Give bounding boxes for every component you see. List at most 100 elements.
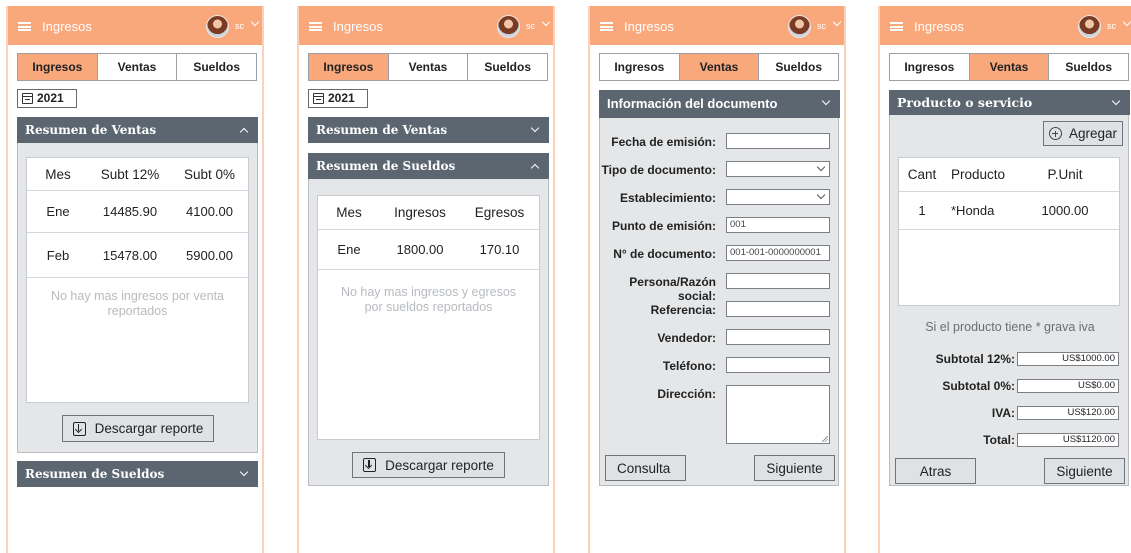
cell-mes: Ene	[46, 204, 70, 219]
table-row[interactable]: 1 *Honda 1000.00	[899, 192, 1119, 230]
hamburger-menu-icon[interactable]	[18, 22, 31, 31]
document-form: Fecha de emisión: Tipo de documento: Est…	[599, 118, 839, 486]
year-filter[interactable]: 2021	[17, 89, 77, 108]
user-initials[interactable]: sc	[526, 21, 535, 31]
table-row[interactable]: Feb 15478.00 5900.00	[27, 233, 248, 278]
telefono-input[interactable]	[726, 357, 830, 373]
punto-emision-input[interactable]: 001	[726, 217, 830, 233]
cell-subt0: 4100.00	[186, 204, 233, 219]
document-info-header[interactable]: Información del documento	[599, 90, 840, 118]
user-initials[interactable]: sc	[235, 21, 244, 31]
screen-ingresos-sueldos: Ingresos sc Ingresos Ventas Sueldos 2021…	[297, 6, 555, 553]
col-header-subt0: Subt 0%	[183, 166, 236, 182]
hamburger-menu-icon[interactable]	[600, 22, 613, 31]
chevron-up-icon[interactable]	[239, 127, 249, 137]
subtotal12-label: Subtotal 12%:	[935, 352, 1015, 366]
chevron-down-icon[interactable]	[530, 123, 540, 133]
app-title: Ingresos	[914, 19, 964, 34]
table-row[interactable]: Ene 14485.90 4100.00	[27, 191, 248, 233]
tab-ingresos[interactable]: Ingresos	[600, 54, 679, 80]
user-avatar[interactable]	[497, 15, 520, 38]
product-panel: Agregar Cant Producto P.Unit 1 *Honda 10…	[889, 115, 1129, 486]
subtotal12-value: US$1000.00	[1017, 352, 1119, 366]
chevron-down-icon[interactable]	[1111, 96, 1121, 106]
section-title: Resumen de Sueldos	[316, 159, 456, 173]
tab-ventas[interactable]: Ventas	[968, 54, 1049, 80]
col-header-subt12: Subt 12%	[100, 166, 160, 182]
hamburger-menu-icon[interactable]	[890, 22, 903, 31]
ventas-table: Mes Subt 12% Subt 0% Ene 14485.90 4100.0…	[26, 157, 249, 403]
tab-sueldos[interactable]: Sueldos	[467, 54, 548, 80]
hamburger-menu-icon[interactable]	[309, 22, 322, 31]
chevron-up-icon[interactable]	[530, 163, 540, 173]
atras-label: Atras	[919, 463, 952, 479]
app-title: Ingresos	[333, 19, 383, 34]
tab-sueldos[interactable]: Sueldos	[1048, 54, 1129, 80]
table-row[interactable]: Ene 1800.00 170.10	[318, 230, 539, 270]
cell-punit: 1000.00	[1041, 203, 1089, 218]
tab-sueldos[interactable]: Sueldos	[176, 54, 257, 80]
siguiente-button[interactable]: Siguiente	[754, 455, 835, 481]
app-bar: Ingresos sc	[299, 6, 553, 45]
user-initials[interactable]: sc	[1107, 21, 1116, 31]
atras-button[interactable]: Atras	[895, 458, 976, 484]
user-avatar[interactable]	[788, 15, 811, 38]
sueldos-summary-header[interactable]: Resumen de Sueldos	[17, 461, 258, 487]
app-title: Ingresos	[42, 19, 92, 34]
add-product-button[interactable]: Agregar	[1043, 121, 1123, 146]
col-header-mes: Mes	[45, 166, 71, 182]
product-service-header[interactable]: Producto o servicio	[889, 90, 1130, 115]
download-report-button[interactable]: Descargar reporte	[62, 415, 214, 442]
field-label: Vendedor:	[657, 331, 716, 345]
vendedor-input[interactable]	[726, 329, 830, 345]
section-title: Resumen de Sueldos	[25, 467, 165, 481]
user-avatar[interactable]	[206, 15, 229, 38]
sueldos-summary-header[interactable]: Resumen de Sueldos	[308, 153, 549, 179]
cell-egresos: 170.10	[479, 242, 520, 257]
app-bar: Ingresos sc	[590, 6, 844, 45]
cell-cant: 1	[918, 203, 926, 218]
user-initials[interactable]: sc	[817, 21, 826, 31]
siguiente-label: Siguiente	[1056, 463, 1113, 479]
chevron-down-icon[interactable]	[250, 17, 260, 27]
col-header-ingresos: Ingresos	[394, 205, 446, 220]
ventas-summary-header[interactable]: Resumen de Ventas	[308, 117, 549, 143]
chevron-down-icon[interactable]	[832, 17, 842, 27]
tipo-documento-select[interactable]	[726, 161, 830, 177]
cell-mes: Ene	[337, 242, 361, 257]
calendar-icon	[22, 93, 33, 104]
fecha-emision-input[interactable]	[726, 133, 830, 149]
ventas-summary-header[interactable]: Resumen de Ventas	[17, 117, 258, 143]
razon-social-input[interactable]	[726, 273, 830, 289]
tab-ventas[interactable]: Ventas	[678, 54, 759, 80]
field-label: N° de documento:	[613, 247, 716, 261]
consulta-label: Consulta	[617, 460, 671, 476]
tab-bar: Ingresos Ventas Sueldos	[17, 53, 257, 81]
direccion-textarea[interactable]	[726, 385, 830, 444]
user-avatar[interactable]	[1078, 15, 1101, 38]
siguiente-button[interactable]: Siguiente	[1044, 458, 1125, 484]
tab-ventas[interactable]: Ventas	[96, 54, 177, 80]
tab-ingresos[interactable]: Ingresos	[18, 54, 97, 80]
chevron-down-icon[interactable]	[1122, 17, 1131, 27]
add-label: Agregar	[1068, 126, 1118, 141]
numero-documento-input[interactable]: 001-001-0000000001	[726, 245, 830, 261]
tab-sueldos[interactable]: Sueldos	[758, 54, 839, 80]
establecimiento-select[interactable]	[726, 189, 830, 205]
tab-ventas[interactable]: Ventas	[387, 54, 468, 80]
consulta-button[interactable]: Consulta	[605, 455, 686, 481]
section-title: Producto o servicio	[897, 95, 1033, 110]
tab-ingresos[interactable]: Ingresos	[890, 54, 969, 80]
tab-ingresos[interactable]: Ingresos	[309, 54, 388, 80]
col-header-mes: Mes	[336, 205, 362, 220]
col-header-punit: P.Unit	[1047, 167, 1083, 182]
year-filter[interactable]: 2021	[308, 89, 368, 108]
download-report-button[interactable]: Descargar reporte	[352, 452, 505, 478]
chevron-down-icon[interactable]	[821, 96, 831, 106]
screen-ventas-producto: Ingresos sc Ingresos Ventas Sueldos Prod…	[878, 6, 1131, 553]
total-label: Total:	[983, 433, 1015, 447]
subtotal0-value: US$0.00	[1017, 379, 1119, 393]
referencia-input[interactable]	[726, 301, 830, 317]
chevron-down-icon[interactable]	[239, 467, 249, 477]
chevron-down-icon[interactable]	[541, 17, 551, 27]
